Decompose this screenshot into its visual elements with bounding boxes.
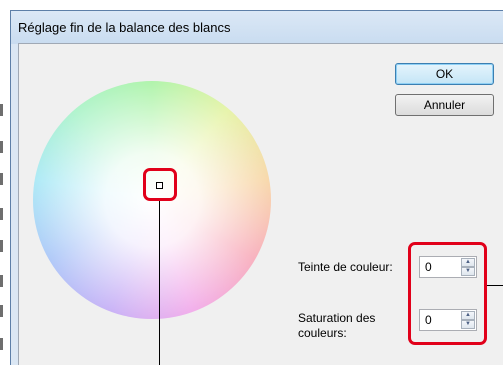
edge-marker bbox=[0, 240, 3, 252]
left-edge-strip bbox=[0, 0, 10, 365]
edge-marker bbox=[0, 275, 3, 287]
saturation-label-line1: Saturation des bbox=[298, 311, 376, 325]
edge-marker bbox=[0, 141, 3, 153]
marker-callout-line bbox=[159, 201, 160, 365]
ok-button[interactable]: OK bbox=[395, 63, 494, 85]
dialog-title: Réglage fin de la balance des blancs bbox=[18, 20, 231, 35]
saturation-label-line2: couleurs: bbox=[298, 326, 347, 340]
edge-marker bbox=[0, 338, 3, 350]
edge-marker bbox=[0, 305, 3, 317]
fields-callout-box bbox=[408, 242, 487, 345]
marker-callout-box bbox=[143, 168, 177, 201]
cancel-button[interactable]: Annuler bbox=[395, 94, 494, 116]
hue-label: Teinte de couleur: bbox=[298, 260, 393, 274]
title-bar[interactable]: Réglage fin de la balance des blancs bbox=[11, 11, 503, 44]
fields-callout-line bbox=[487, 285, 503, 286]
edge-marker bbox=[0, 208, 3, 220]
edge-marker bbox=[0, 173, 3, 185]
edge-marker bbox=[0, 104, 3, 116]
